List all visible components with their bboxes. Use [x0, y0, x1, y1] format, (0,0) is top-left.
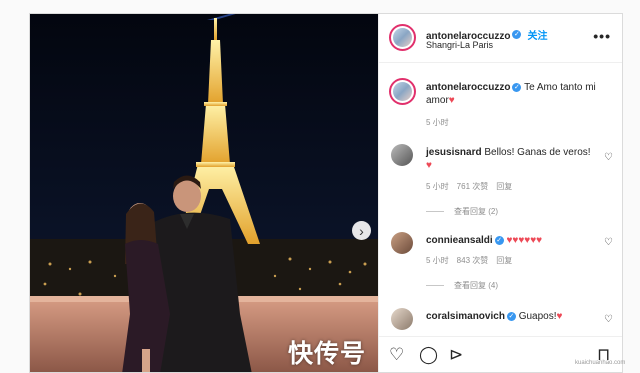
comment-username[interactable]: jesusisnard — [426, 147, 482, 158]
reply-button[interactable]: 回复 — [496, 256, 512, 265]
reply-button[interactable]: 回复 — [496, 182, 512, 191]
more-options-icon[interactable]: ••• — [593, 28, 611, 44]
verified-badge-icon: ✓ — [506, 311, 516, 321]
post-location[interactable]: Shangri-La Paris — [426, 40, 493, 50]
post-header: antonelaroccuzzo ✓ 关注 Shangri-La Paris ••• — [379, 14, 622, 63]
avatar[interactable] — [389, 24, 416, 51]
replies-divider — [426, 285, 444, 287]
like-heart-icon[interactable]: ♡ — [389, 345, 404, 365]
view-replies-button[interactable]: 查看回复 (4) — [426, 280, 498, 291]
comment-text: jesusisnard Bellos! Ganas de veros! ♥ — [426, 146, 596, 172]
verified-badge-icon: ✓ — [494, 235, 504, 245]
avatar[interactable] — [391, 232, 413, 254]
avatar[interactable] — [391, 308, 413, 330]
watermark: 快传号 — [288, 340, 367, 368]
comment-icon[interactable]: ◯ — [419, 345, 438, 365]
red-heart-icon: ♥ — [556, 311, 563, 322]
comment-likes[interactable]: 843 次赞 — [457, 256, 489, 265]
comment-username[interactable]: coralsimanovich — [426, 311, 505, 322]
like-comment-heart-icon[interactable]: ♡ — [604, 314, 613, 325]
like-comment-heart-icon[interactable]: ♡ — [604, 152, 613, 163]
comment-meta: 5 小时 843 次赞 回复 — [426, 255, 520, 266]
red-hearts-icon: ♥♥♥♥♥♥ — [506, 235, 543, 246]
replies-divider — [426, 211, 444, 213]
verified-badge-icon: ✓ — [512, 30, 522, 40]
instagram-post: › antonelaroccuzzo ✓ 关注 Shangri-La Paris •… — [29, 13, 623, 373]
comment-text: coralsimanovich ✓ Guapos!♥ — [426, 310, 596, 323]
post-sidebar: antonelaroccuzzo ✓ 关注 Shangri-La Paris •••… — [378, 14, 622, 372]
avatar[interactable] — [391, 144, 413, 166]
verified-badge-icon: ✓ — [512, 82, 522, 92]
comment-body: Guapos! — [518, 311, 557, 322]
comment-time: 5 小时 — [426, 256, 449, 265]
comment-username[interactable]: connieansaldi — [426, 235, 493, 246]
red-heart-icon: ♥ — [426, 160, 432, 171]
paris-night-photo — [30, 14, 378, 372]
next-photo-button[interactable]: › — [352, 221, 371, 240]
avatar[interactable] — [389, 78, 416, 105]
caption-text: antonelaroccuzzo ✓ Te Amo tanto mi amor♥ — [426, 81, 596, 107]
comment-likes[interactable]: 761 次赞 — [457, 182, 489, 191]
comment-body: Bellos! Ganas de veros! — [484, 147, 591, 158]
comment-meta: 5 小时 761 次赞 回复 — [426, 181, 520, 192]
caption-time: 5 小时 — [426, 118, 449, 127]
action-bar: ♡ ◯ ⊳ ⊓ — [379, 336, 622, 372]
chevron-right-icon: › — [359, 222, 364, 239]
view-replies-button[interactable]: 查看回复 (2) — [426, 206, 498, 217]
red-heart-icon: ♥ — [448, 95, 455, 106]
follow-button[interactable]: 关注 — [527, 31, 547, 42]
watermark-url: kuaichuanhao.com — [575, 360, 626, 366]
like-comment-heart-icon[interactable]: ♡ — [604, 237, 613, 248]
comment-text: connieansaldi ✓ ♥♥♥♥♥♥ — [426, 234, 606, 247]
caption-username[interactable]: antonelaroccuzzo — [426, 82, 510, 93]
post-photo[interactable]: › — [30, 14, 378, 372]
comment-time: 5 小时 — [426, 182, 449, 191]
share-icon[interactable]: ⊳ — [449, 345, 463, 365]
